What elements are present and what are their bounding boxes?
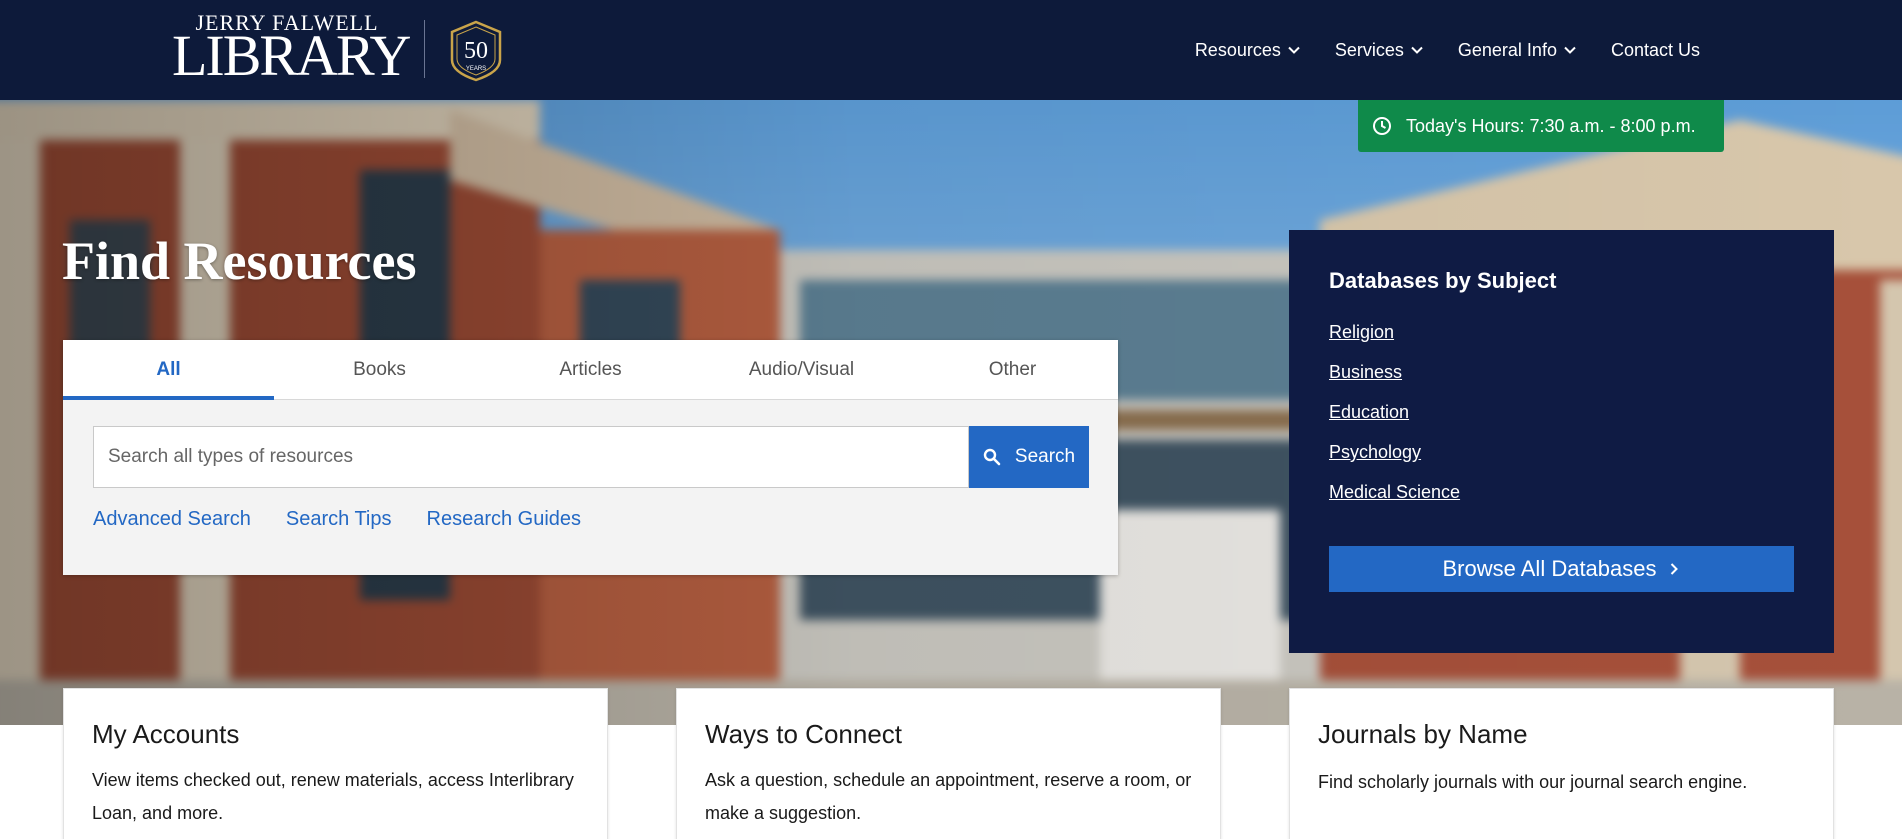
nav-resources[interactable]: Resources	[1195, 40, 1301, 61]
databases-by-subject-panel: Databases by Subject Religion Business E…	[1289, 230, 1834, 653]
todays-hours-badge[interactable]: Today's Hours: 7:30 a.m. - 8:00 p.m.	[1358, 100, 1724, 152]
resource-tabs: All Books Articles Audio/Visual Other	[63, 340, 1118, 400]
search-input[interactable]	[93, 426, 969, 488]
chevron-down-icon	[1288, 46, 1300, 54]
tab-articles[interactable]: Articles	[485, 340, 696, 399]
list-item: Medical Science	[1329, 482, 1460, 522]
subject-link-education[interactable]: Education	[1329, 402, 1409, 422]
card-title: Journals by Name	[1318, 719, 1528, 749]
search-panel: All Books Articles Audio/Visual Other Se…	[63, 340, 1118, 575]
list-item: Education	[1329, 402, 1460, 442]
research-guides-link[interactable]: Research Guides	[427, 508, 582, 531]
library-logo[interactable]: JERRY FALWELL LIBRARY 50 YEARS	[172, 10, 512, 88]
seal-number: 50	[464, 38, 488, 64]
nav-resources-label: Resources	[1194, 39, 1281, 60]
nav-contact-us[interactable]: Contact Us	[1611, 40, 1700, 61]
list-item: Business	[1329, 362, 1460, 402]
tab-books[interactable]: Books	[274, 340, 485, 399]
subject-link-business[interactable]: Business	[1329, 362, 1402, 382]
journals-by-name-card[interactable]: Journals by Name Find scholarly journals…	[1289, 688, 1834, 839]
subject-link-medical-science[interactable]: Medical Science	[1329, 482, 1460, 502]
page: JERRY FALWELL LIBRARY 50 YEARS Resources…	[0, 0, 1902, 839]
tab-audio-visual[interactable]: Audio/Visual	[696, 340, 907, 399]
browse-all-databases-label: Browse All Databases	[1442, 556, 1657, 581]
card-body: Ask a question, schedule an appointment,…	[705, 770, 1192, 823]
chevron-down-icon	[1564, 46, 1576, 54]
tab-all[interactable]: All	[63, 340, 274, 400]
chevron-right-icon	[1670, 563, 1678, 575]
logo-divider	[424, 20, 425, 78]
nav-contact-us-label: Contact Us	[1610, 39, 1700, 60]
subject-list: Religion Business Education Psychology M…	[1329, 322, 1460, 522]
search-icon	[983, 448, 1001, 466]
chevron-down-icon	[1411, 46, 1423, 54]
find-resources-title: Find Resources	[62, 231, 417, 291]
todays-hours-label: Today's Hours: 7:30 a.m. - 8:00 p.m.	[1406, 115, 1696, 136]
nav-general-info-label: General Info	[1457, 39, 1557, 60]
browse-all-databases-button[interactable]: Browse All Databases	[1329, 546, 1794, 592]
anniversary-seal-icon: 50 YEARS	[450, 20, 502, 82]
list-item: Psychology	[1329, 442, 1460, 482]
subject-link-religion[interactable]: Religion	[1329, 322, 1394, 342]
main-nav: Resources Services General Info Contact …	[1195, 30, 1700, 70]
subject-link-psychology[interactable]: Psychology	[1329, 442, 1421, 462]
search-button-label: Search	[1014, 446, 1076, 467]
search-tips-link[interactable]: Search Tips	[286, 508, 392, 531]
nav-general-info[interactable]: General Info	[1458, 40, 1577, 61]
tab-other[interactable]: Other	[907, 340, 1118, 399]
search-button[interactable]: Search	[969, 426, 1089, 488]
my-accounts-card[interactable]: My Accounts View items checked out, rene…	[63, 688, 608, 839]
site-header: JERRY FALWELL LIBRARY 50 YEARS Resources…	[0, 0, 1902, 100]
list-item: Religion	[1329, 322, 1460, 362]
card-title: My Accounts	[92, 719, 240, 749]
nav-services-label: Services	[1334, 39, 1404, 60]
seal-text: YEARS	[466, 66, 486, 72]
card-body: Find scholarly journals with our journal…	[1318, 772, 1748, 792]
nav-services[interactable]: Services	[1335, 40, 1424, 61]
logo-main-text: LIBRARY	[172, 23, 411, 88]
databases-title: Databases by Subject	[1329, 268, 1557, 293]
card-title: Ways to Connect	[705, 719, 903, 749]
ways-to-connect-card[interactable]: Ways to Connect Ask a question, schedule…	[676, 688, 1221, 839]
advanced-search-link[interactable]: Advanced Search	[93, 508, 251, 531]
clock-icon	[1373, 117, 1391, 135]
search-links: Advanced Search Search Tips Research Gui…	[93, 508, 581, 531]
card-body: View items checked out, renew materials,…	[92, 770, 574, 823]
